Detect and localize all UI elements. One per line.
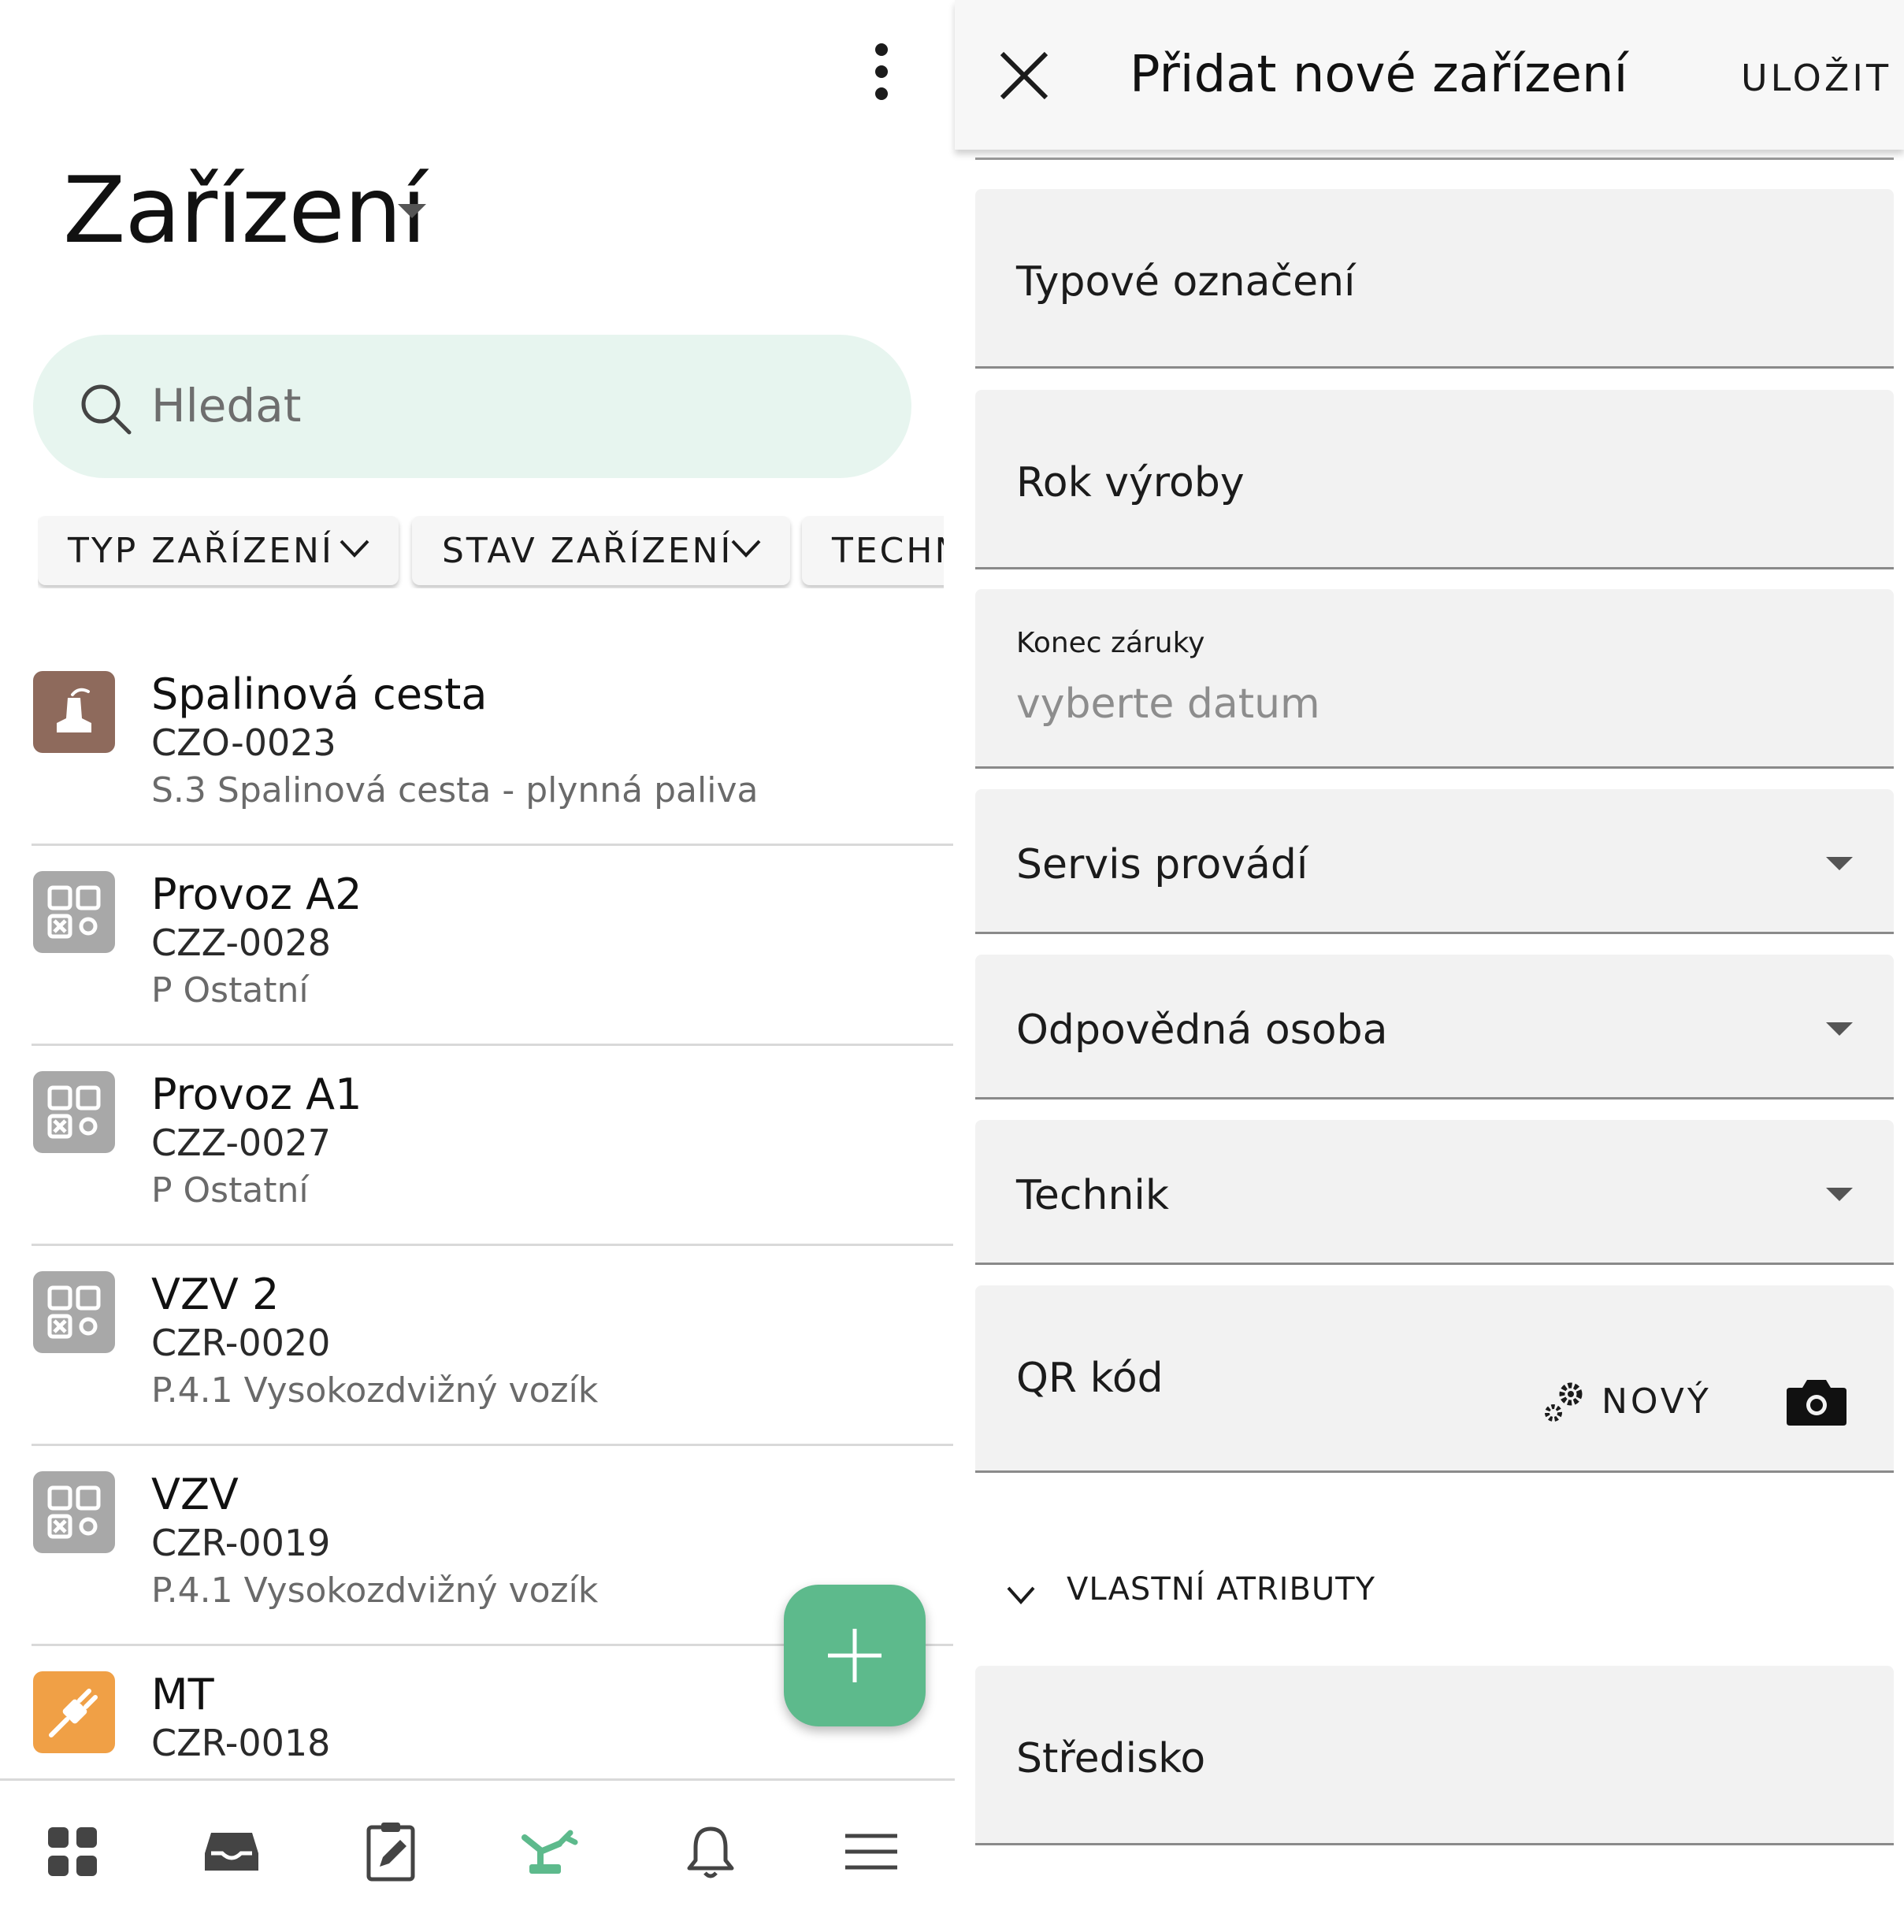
list-item[interactable]: Provoz A2 CZZ-0028 P Ostatní — [32, 846, 953, 1046]
grid-icon — [33, 1471, 115, 1553]
list-item[interactable]: Provoz A1 CZZ-0027 P Ostatní — [32, 1046, 953, 1246]
inbox-icon[interactable] — [192, 1812, 271, 1891]
device-code: CZZ-0027 — [151, 1122, 332, 1164]
field-label: Technik — [1016, 1172, 1169, 1219]
filter-label: STAV ZAŘÍZENÍ — [442, 530, 733, 571]
search-input[interactable]: Hledat — [151, 379, 302, 432]
close-icon[interactable] — [996, 47, 1052, 104]
custom-attributes-toggle[interactable]: VLASTNÍ ATRIBUTY — [996, 1567, 1468, 1622]
device-type: P.4.1 Vysokozdvižný vozík — [151, 1370, 599, 1411]
field-label: QR kód — [1016, 1355, 1164, 1402]
device-name: MT — [151, 1670, 214, 1719]
plus-icon — [828, 1629, 881, 1682]
device-type: P.4.1 Vysokozdvižný vozík — [151, 1570, 599, 1611]
chevron-down-icon — [340, 540, 369, 558]
year-of-manufacture-field[interactable]: Rok výroby — [975, 390, 1894, 569]
warranty-end-field[interactable]: Konec záruky vyberte datum — [975, 589, 1894, 769]
add-device-form: Přidat nové zařízení ULOŽIT Typové označ… — [955, 0, 1904, 1932]
section-title: VLASTNÍ ATRIBUTY — [1067, 1571, 1376, 1608]
filter-label: TYP ZAŘÍZENÍ — [68, 530, 334, 571]
cost-center-field[interactable]: Středisko — [975, 1666, 1894, 1845]
technician-select[interactable]: Technik — [975, 1120, 1894, 1265]
filter-technician[interactable]: TECHN — [802, 516, 944, 585]
field-label: Servis provádí — [1016, 841, 1308, 888]
camera-icon[interactable] — [1785, 1374, 1848, 1429]
search-icon — [81, 384, 132, 435]
save-button[interactable]: ULOŽIT — [1741, 57, 1891, 99]
chimney-icon — [33, 671, 115, 753]
filter-chips: TYP ZAŘÍZENÍ STAV ZAŘÍZENÍ TECHN — [38, 516, 944, 588]
dropdown-caret-icon — [1826, 1022, 1853, 1036]
field-label: Typové označení — [1016, 258, 1356, 306]
filter-device-state[interactable]: STAV ZAŘÍZENÍ — [412, 516, 790, 585]
menu-icon[interactable] — [832, 1812, 911, 1891]
form-app-bar: Přidat nové zařízení ULOŽIT — [955, 0, 1904, 150]
device-name: Spalinová cesta — [151, 669, 488, 719]
chevron-down-icon — [1007, 1586, 1035, 1605]
divider — [975, 158, 1894, 160]
chevron-down-icon — [731, 540, 761, 558]
more-options-icon[interactable] — [851, 41, 912, 102]
device-name: VZV 2 — [151, 1270, 280, 1319]
device-name: VZV — [151, 1470, 239, 1519]
search-bar[interactable]: Hledat — [33, 335, 911, 478]
dashboard-icon[interactable] — [33, 1812, 112, 1891]
field-label: Rok výroby — [1016, 459, 1245, 506]
grid-icon — [33, 1071, 115, 1153]
dropdown-caret-icon — [1826, 857, 1853, 870]
type-designation-field[interactable]: Typové označení — [975, 189, 1894, 369]
clipboard-edit-icon[interactable] — [351, 1812, 430, 1891]
field-label: Odpovědná osoba — [1016, 1007, 1388, 1054]
bell-icon[interactable] — [671, 1812, 750, 1891]
device-code: CZO-0023 — [151, 721, 336, 764]
device-type: P Ostatní — [151, 970, 309, 1010]
device-name: Provoz A2 — [151, 870, 362, 919]
device-type: S.3 Spalinová cesta - plynná paliva — [151, 770, 759, 810]
filter-device-type[interactable]: TYP ZAŘÍZENÍ — [38, 516, 399, 585]
device-list-pane: Zařízení Hledat TYP ZAŘÍZENÍ STAV ZAŘÍZE… — [0, 0, 955, 1932]
grid-icon — [33, 871, 115, 953]
service-select[interactable]: Servis provádí — [975, 789, 1894, 934]
grid-icon — [33, 1271, 115, 1353]
add-device-button[interactable] — [784, 1585, 926, 1726]
device-code: CZR-0019 — [151, 1522, 331, 1564]
form-title: Přidat nové zařízení — [1130, 46, 1628, 104]
bottom-navigation — [0, 1778, 955, 1932]
field-label: Středisko — [1016, 1735, 1206, 1782]
device-name: Provoz A1 — [151, 1070, 362, 1119]
plug-icon — [33, 1671, 115, 1753]
device-code: CZR-0020 — [151, 1322, 331, 1364]
title-dropdown-caret-icon[interactable] — [398, 204, 426, 218]
device-type: P Ostatní — [151, 1170, 309, 1211]
list-item[interactable]: VZV 2 CZR-0020 P.4.1 Vysokozdvižný vozík — [32, 1246, 953, 1446]
gears-icon[interactable] — [1541, 1378, 1588, 1426]
qr-code-field[interactable]: QR kód NOVÝ — [975, 1285, 1894, 1473]
field-label: Konec záruky — [1016, 627, 1205, 659]
devices-icon[interactable] — [510, 1812, 589, 1891]
dropdown-caret-icon — [1826, 1188, 1853, 1201]
responsible-person-select[interactable]: Odpovědná osoba — [975, 955, 1894, 1099]
date-placeholder: vyberte datum — [1016, 680, 1320, 728]
filter-label: TECHN — [832, 530, 944, 571]
list-item[interactable]: Spalinová cesta CZO-0023 S.3 Spalinová c… — [32, 646, 953, 846]
device-code: CZZ-0028 — [151, 922, 332, 964]
page-title[interactable]: Zařízení — [63, 158, 426, 264]
device-code: CZR-0018 — [151, 1722, 331, 1764]
generate-qr-button[interactable]: NOVÝ — [1602, 1381, 1712, 1422]
